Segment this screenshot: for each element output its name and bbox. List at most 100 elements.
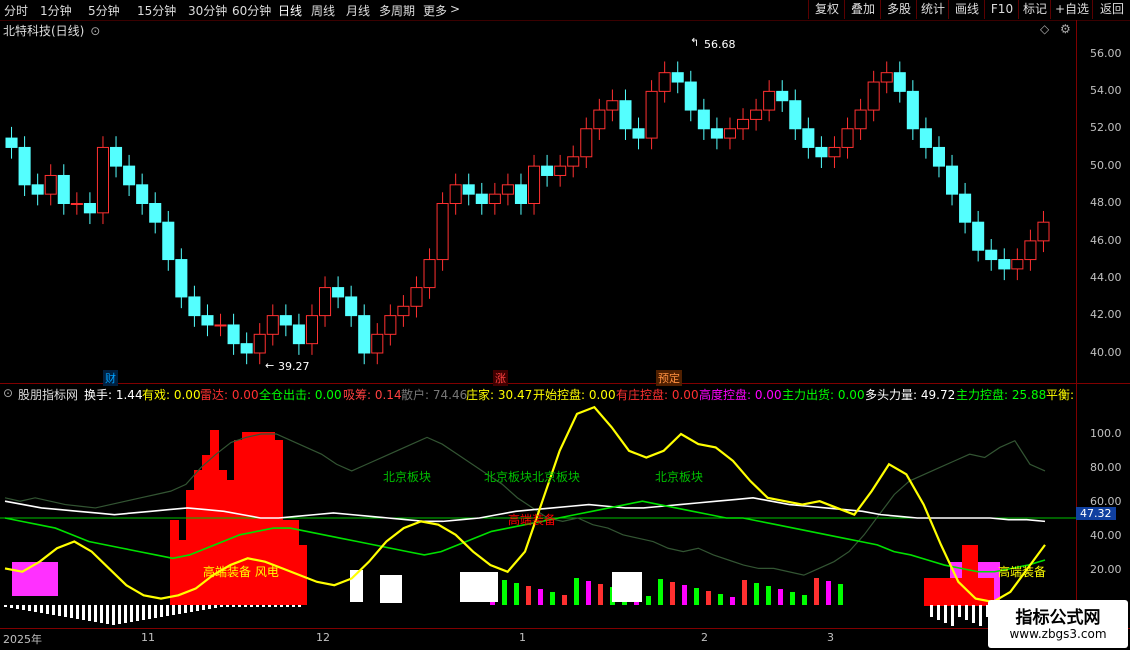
mark-button[interactable]: 标记	[1018, 0, 1051, 19]
volume-signal-bar	[550, 592, 555, 605]
candle-body	[776, 90, 789, 102]
white-signal-bar	[460, 572, 498, 602]
candle-body	[201, 315, 214, 326]
candle-body	[96, 146, 109, 214]
candle-body	[763, 90, 776, 111]
candle-body	[632, 128, 645, 139]
volume-signal-bar	[562, 595, 567, 605]
candle-body	[292, 324, 305, 345]
candle-body	[188, 296, 201, 317]
candle-body	[332, 287, 345, 298]
candle-body	[384, 315, 397, 335]
concept-label: 高端装备	[998, 565, 1047, 579]
tab-weekly[interactable]: 周线	[311, 2, 335, 19]
date-tick: 11	[141, 631, 155, 644]
candle-body	[240, 343, 253, 354]
banker-line	[4, 405, 1046, 604]
bottom-stripe-bar	[52, 605, 55, 615]
bottom-stripe-bar	[22, 605, 25, 610]
tab-monthly[interactable]: 月线	[346, 2, 370, 19]
bottom-stripe-bar	[166, 605, 169, 616]
bottom-stripe-bar	[70, 605, 73, 618]
low-arrow-icon: ←	[265, 359, 275, 372]
bottom-stripe-bar	[944, 605, 947, 623]
current-value-badge: 47.32	[1076, 507, 1116, 520]
candle-body	[462, 184, 475, 195]
multi-stock-button[interactable]: 多股	[880, 0, 917, 19]
candle-body	[972, 221, 985, 251]
tab-daily[interactable]: 日线	[278, 2, 302, 19]
date-tick: 2025年	[3, 633, 42, 646]
event-financial-badge[interactable]: 财	[103, 370, 118, 386]
bottom-stripe-bar	[76, 605, 79, 619]
candle-body	[932, 146, 945, 167]
sector-label: 北京板块	[655, 470, 704, 484]
candle-body	[423, 259, 436, 289]
bottom-stripe-bar	[930, 605, 933, 617]
f10-button[interactable]: F10	[984, 0, 1019, 19]
candle-body	[658, 72, 671, 92]
candle-body	[580, 128, 593, 158]
retail-line	[4, 433, 1046, 576]
red-signal-bar	[282, 520, 291, 605]
price-tick: 46.00	[1090, 234, 1122, 247]
bottom-stripe-bar	[28, 605, 31, 611]
tab-fenshi[interactable]: 分时	[4, 2, 28, 19]
candle-body	[919, 128, 932, 148]
price-tick: 52.00	[1090, 121, 1122, 134]
bottom-stripe-bar	[220, 605, 223, 607]
overlay-button[interactable]: 叠加	[844, 0, 881, 19]
fuquan-button[interactable]: 复权	[808, 0, 845, 19]
candlestick-chart[interactable]	[0, 20, 1076, 382]
candle-body	[266, 315, 279, 335]
panel-divider	[0, 383, 1130, 384]
candle-body	[815, 146, 828, 158]
candle-body	[554, 165, 567, 176]
tab-30min[interactable]: 30分钟	[188, 2, 227, 19]
add-favorite-button[interactable]: +自选	[1050, 0, 1093, 19]
tab-5min[interactable]: 5分钟	[88, 2, 120, 19]
tab-more[interactable]: 更多	[423, 2, 447, 19]
candle-body	[541, 165, 554, 176]
bottom-stripe-bar	[130, 605, 133, 622]
bottom-stripe-bar	[88, 605, 91, 621]
price-tick: 50.00	[1090, 159, 1122, 172]
volume-signal-bar	[766, 586, 771, 605]
candle-body	[789, 100, 802, 130]
chevron-right-icon[interactable]: >	[450, 2, 460, 16]
candle-body	[136, 184, 149, 204]
red-signal-bar	[170, 520, 179, 605]
bottom-stripe-bar	[58, 605, 61, 616]
candle-body	[593, 109, 606, 130]
stats-button[interactable]: 统计	[916, 0, 949, 19]
bottom-stripe-bar	[965, 605, 968, 620]
draw-line-button[interactable]: 画线	[948, 0, 985, 19]
red-signal-bar	[290, 520, 299, 605]
date-tick: 12	[316, 631, 330, 644]
event-limit-up-badge[interactable]: 涨	[493, 370, 508, 386]
candle-body	[854, 109, 867, 130]
bottom-stripe-bar	[178, 605, 181, 614]
candle-body	[750, 109, 763, 120]
date-tick: 3	[827, 631, 834, 644]
indicator-settings-icon[interactable]: ⊙	[3, 386, 13, 400]
tab-1min[interactable]: 1分钟	[40, 2, 72, 19]
candle-body	[619, 100, 632, 130]
bottom-stripe-bar	[34, 605, 37, 612]
event-scheduled-badge[interactable]: 预定	[656, 370, 682, 386]
bottom-stripe-bar	[46, 605, 49, 614]
volume-signal-bar	[838, 584, 843, 605]
candle-body	[1011, 259, 1024, 270]
candle-body	[867, 81, 880, 111]
tab-15min[interactable]: 15分钟	[137, 2, 176, 19]
volume-signal-bar	[514, 583, 519, 605]
bottom-stripe-bar	[262, 605, 265, 607]
tab-60min[interactable]: 60分钟	[232, 2, 271, 19]
back-button[interactable]: 返回	[1092, 0, 1130, 19]
indicator-tick: 80.00	[1090, 461, 1122, 474]
tab-multi-period[interactable]: 多周期	[379, 2, 415, 19]
bottom-stripe-bar	[142, 605, 145, 620]
axis-separator	[1076, 20, 1077, 630]
candle-body	[110, 146, 123, 167]
candle-body	[345, 296, 358, 317]
